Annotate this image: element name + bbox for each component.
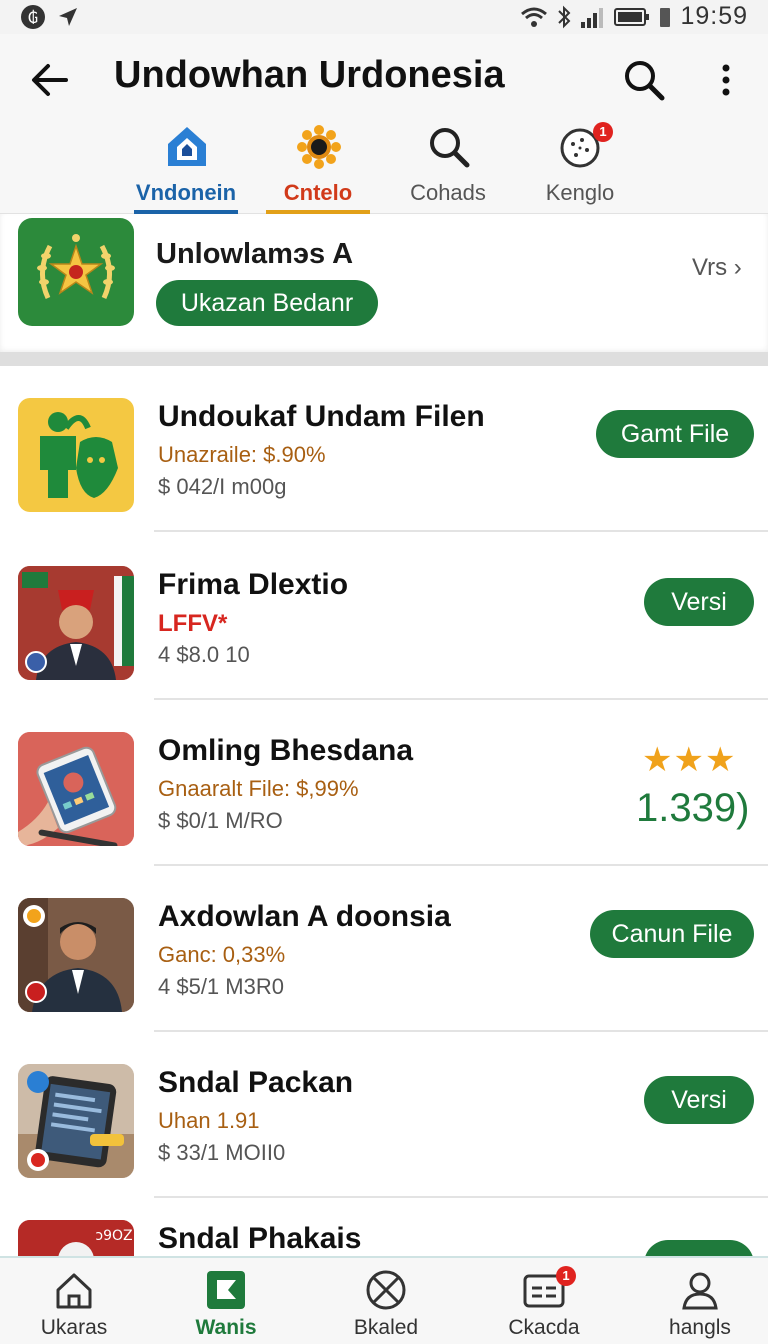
signal-icon [581, 7, 604, 28]
home-icon [56, 1273, 92, 1309]
nav-label: Bkaled [353, 1316, 419, 1339]
more-vert-icon[interactable] [706, 56, 746, 104]
nav-label: Ukaras [40, 1316, 108, 1339]
rating-value: 1.339) [636, 786, 750, 830]
wifi-icon [521, 7, 548, 27]
battery-icon [614, 7, 650, 26]
tab-label: Cntelo [283, 180, 353, 205]
item-thumbnail [18, 398, 134, 512]
item-subtitle: Gnaaralt File: $,99% [158, 776, 359, 801]
list-item[interactable]: Axdowlan A doonsia Ganc: 0,33% 4 $5/1 M3… [0, 866, 768, 1032]
featured-pill-button[interactable]: Ukazan Bedanr [156, 280, 378, 326]
phone-in-hand-icon [18, 732, 134, 846]
featured-card[interactable]: Unlowlamэs A Ukazan Bedanr Vrs › [0, 214, 768, 354]
category-tabs: Vndonein Cntelo Cohads 1 Kenglo [0, 118, 768, 214]
item-subtitle: LFFV* [158, 610, 228, 637]
tab-label: Vndonein [135, 180, 237, 205]
globe-x-icon [366, 1270, 406, 1310]
svg-text:₲: ₲ [28, 8, 38, 27]
featured-more-link[interactable]: Vrs › [692, 254, 742, 282]
item-thumbnail: ɔ9OZ [18, 1220, 134, 1256]
item-subtitle: Ganc: 0,33% [158, 942, 286, 967]
nav-label: hangls [669, 1316, 731, 1339]
item-meta: $ 33/1 MOII0 [158, 1140, 286, 1165]
bluetooth-icon [558, 5, 571, 28]
item-thumbnail [18, 732, 134, 846]
nav-item-wanis[interactable]: Wanis [166, 1258, 286, 1344]
figures-illustration-icon [40, 412, 118, 498]
action-button[interactable] [644, 1240, 754, 1256]
nav-item-bkaled[interactable]: Bkaled [326, 1258, 446, 1344]
tab-cohads[interactable]: Cohads [388, 118, 508, 214]
item-title: Omling Bhesdana [158, 734, 414, 767]
list-item[interactable]: Frima Dlextio LFFV* 4 $8.0 10 Versi [0, 534, 768, 700]
list-item[interactable]: Sndal Packan Uhan 1.91 $ 33/1 MOII0 Vers… [0, 1032, 768, 1198]
item-title: Frima Dlextio [158, 568, 349, 601]
list-item[interactable]: Omling Bhesdana Gnaaralt File: $,99% $ $… [0, 700, 768, 866]
item-thumbnail [18, 566, 134, 680]
featured-title: Unlowlamэs A [156, 238, 354, 270]
version-button[interactable]: Versi [644, 578, 754, 626]
portrait-photo-icon [18, 898, 134, 1012]
item-thumbnail [18, 1064, 134, 1178]
emblem-logo [18, 218, 134, 326]
download-file-button[interactable]: Canun File [590, 910, 754, 958]
app-bar: Undowhan Urdonesia [0, 34, 768, 126]
item-title: Sndal Phakais [158, 1222, 362, 1255]
clock: 19:59 [680, 2, 748, 30]
item-title: Sndal Packan [158, 1066, 354, 1099]
phone-on-desk-icon [18, 1064, 134, 1178]
nav-label: Wanis [195, 1316, 257, 1339]
item-meta: 4 $8.0 10 [158, 642, 250, 667]
nav-item-ukaras[interactable]: Ukaras [14, 1258, 134, 1344]
tab-label: Kenglo [545, 180, 615, 205]
item-subtitle: Uhan 1.91 [158, 1108, 260, 1133]
search-icon [430, 128, 470, 168]
tab-label: Cohads [410, 180, 486, 205]
list-item[interactable]: Undoukaf Undam Filen Unazraile: $.90% $ … [0, 366, 768, 532]
person-icon [682, 1272, 718, 1310]
sunflower-icon [297, 125, 341, 169]
notification-badge: 1 [556, 1266, 576, 1286]
location-arrow-icon [59, 8, 77, 26]
item-title: Undoukaf Undam Filen [158, 400, 485, 433]
item-thumbnail [18, 898, 134, 1012]
battery-saver-icon [660, 7, 671, 27]
item-meta: $ 042/I m00g [158, 474, 287, 499]
portrait-photo-icon [18, 566, 134, 680]
list-item[interactable]: ɔ9OZ Sndal Phakais [0, 1198, 768, 1256]
person-photo-icon: ɔ9OZ [18, 1220, 134, 1256]
rating-stars: ★★★ [642, 741, 737, 779]
search-icon[interactable] [620, 56, 668, 104]
nav-item-ckacda[interactable]: 1 Ckacda [484, 1258, 604, 1344]
bottom-navigation: Ukaras Wanis Bkaled 1 Ckacda hangls [0, 1256, 768, 1344]
notification-badge: 1 [593, 122, 613, 142]
page-title: Undowhan Urdonesia [114, 54, 505, 96]
item-subtitle: Unazraile: $.90% [158, 442, 326, 467]
home-shield-icon [168, 127, 206, 166]
item-meta: 4 $5/1 M3R0 [158, 974, 284, 999]
nav-item-hangls[interactable]: hangls [640, 1258, 760, 1344]
item-meta: $ $0/1 M/RO [158, 808, 283, 833]
flag-card-icon [207, 1271, 245, 1309]
notification-icon: ₲ [21, 5, 45, 29]
svg-text:ɔ9OZ: ɔ9OZ [95, 1228, 132, 1244]
tab-cntelo[interactable]: Cntelo [258, 118, 378, 214]
back-arrow-icon[interactable] [26, 56, 74, 104]
section-divider [0, 352, 768, 366]
get-file-button[interactable]: Gamt File [596, 410, 754, 458]
status-bar: ₲ 19:59 [0, 0, 768, 34]
row-divider [154, 530, 768, 532]
tab-vndonein[interactable]: Vndonein [126, 118, 246, 214]
version-button[interactable]: Versi [644, 1076, 754, 1124]
nav-label: Ckacda [508, 1316, 580, 1339]
item-title: Axdowlan A doonsia [158, 900, 451, 933]
tab-kenglo[interactable]: 1 Kenglo [520, 118, 640, 214]
wreath-star-icon [37, 234, 115, 300]
